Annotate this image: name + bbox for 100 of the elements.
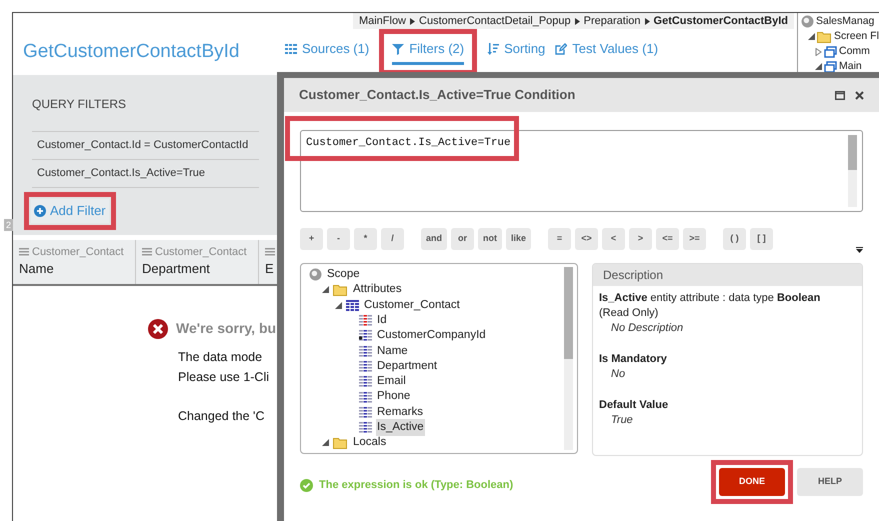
chevron-icon	[644, 18, 650, 24]
filter-row[interactable]: Customer_Contact.Is_Active=True	[32, 159, 259, 187]
breadcrumb-item[interactable]: MainFlow	[358, 12, 406, 30]
operator-button[interactable]: and	[421, 228, 448, 250]
tree-item[interactable]: CustomerCompanyId	[376, 327, 487, 344]
column-icon	[359, 376, 372, 388]
operator-button[interactable]: ( )	[723, 228, 746, 250]
tree-item[interactable]: Phone	[376, 388, 412, 406]
operator-button[interactable]: or	[451, 228, 474, 250]
column-icon	[359, 422, 372, 434]
scrollbar[interactable]	[564, 267, 573, 450]
key-column-icon	[359, 330, 372, 342]
more-icon[interactable]	[856, 247, 863, 253]
edit-icon	[555, 43, 568, 55]
operator-button[interactable]: /	[381, 228, 404, 250]
property-value: No	[610, 367, 626, 382]
property-label: Is Mandatory	[599, 352, 668, 367]
grid-icon	[142, 248, 152, 256]
globe-icon	[309, 268, 322, 282]
section-heading: QUERY FILTERS	[32, 96, 128, 113]
operator-button[interactable]: like	[506, 228, 532, 250]
tree-item[interactable]: Id	[376, 312, 388, 330]
operator-button[interactable]: >	[629, 228, 652, 250]
chevron-icon	[410, 18, 416, 24]
tree-item[interactable]: Customer_Contact	[363, 296, 461, 314]
operator-button[interactable]: *	[354, 228, 377, 250]
operator-button[interactable]: not	[478, 228, 502, 250]
close-icon[interactable]	[855, 90, 864, 100]
chevron-icon	[574, 18, 580, 24]
attribute-note: No Description	[610, 321, 684, 336]
column-icon	[359, 360, 372, 372]
help-button[interactable]: HELP	[797, 468, 863, 496]
breadcrumb-item[interactable]: Preparation	[584, 12, 641, 30]
plus-circle-icon	[34, 204, 46, 217]
column-icon	[359, 406, 372, 418]
folder-icon	[333, 436, 348, 449]
validation-message: The expression is ok (Type: Boolean)	[319, 478, 514, 493]
expanded-caret-icon[interactable]	[322, 439, 329, 446]
error-message: Changed the 'C	[178, 408, 264, 425]
maximize-icon[interactable]	[835, 90, 845, 100]
expanded-caret-icon[interactable]	[808, 33, 815, 40]
page-title: GetCustomerContactById	[23, 40, 240, 64]
expanded-caret-icon[interactable]	[335, 302, 342, 309]
check-circle-icon	[300, 478, 313, 492]
column-name: Name	[19, 260, 55, 278]
done-button[interactable]: DONE	[719, 468, 785, 496]
sort-icon	[487, 43, 500, 55]
column-header[interactable]: E	[259, 240, 278, 284]
expression-field[interactable]: Customer_Contact.Is_Active=True	[300, 130, 863, 212]
operator-button[interactable]: [ ]	[750, 228, 774, 250]
key-column-icon	[359, 315, 372, 326]
folder-icon	[333, 284, 348, 296]
tree-item[interactable]: Email	[376, 373, 407, 390]
tree-item[interactable]: Main	[839, 58, 862, 74]
operator-button[interactable]: =	[548, 228, 572, 250]
window-icon	[824, 46, 837, 58]
column-header[interactable]: Customer_Contact Department	[136, 240, 259, 284]
column-icon	[359, 346, 372, 357]
tree-item[interactable]: Name	[376, 342, 409, 360]
operator-button[interactable]: <>	[575, 228, 598, 250]
error-message: The data mode	[178, 349, 262, 366]
collapsed-caret-icon[interactable]	[815, 48, 822, 56]
description-heading: Description	[593, 264, 862, 286]
filter-row[interactable]: Customer_Contact.Id = CustomerContactId	[32, 131, 259, 159]
splitter-badge: 2	[4, 219, 14, 231]
operator-button[interactable]: <=	[656, 228, 680, 250]
column-source: Customer_Contact	[155, 244, 247, 260]
tree-item[interactable]: Locals	[352, 434, 388, 452]
tree-item[interactable]: Remarks	[376, 404, 424, 421]
tree-item[interactable]: Screen Fl	[834, 28, 879, 44]
column-icon	[359, 392, 372, 403]
tree-item[interactable]: Scope	[326, 266, 361, 284]
tree-item[interactable]: Department	[376, 358, 438, 376]
tree-item[interactable]: Is_Active	[376, 419, 425, 436]
operator-button[interactable]: +	[300, 228, 323, 250]
grid-icon	[19, 248, 29, 256]
scrollbar[interactable]	[848, 135, 857, 207]
tree-item[interactable]: Comm	[839, 44, 870, 60]
operator-button[interactable]: -	[327, 228, 350, 250]
property-value: True	[610, 413, 634, 428]
folder-icon	[817, 30, 832, 42]
operator-button[interactable]: <	[602, 228, 626, 250]
operator-button[interactable]: >=	[683, 228, 706, 250]
column-header[interactable]: Customer_Contact Name	[13, 240, 136, 284]
breadcrumb-item[interactable]: GetCustomerContactById	[654, 12, 788, 30]
filter-icon	[392, 43, 404, 55]
breadcrumb-item[interactable]: CustomerContactDetail_Popup	[419, 12, 571, 30]
tree-item[interactable]: SalesManag	[816, 14, 874, 30]
property-label: Default Value	[599, 398, 670, 413]
grid-icon	[265, 248, 275, 256]
column-name: Department	[142, 260, 211, 278]
expanded-caret-icon[interactable]	[815, 63, 822, 70]
error-icon	[148, 318, 168, 338]
window-icon	[824, 60, 837, 72]
attribute-summary: Is_Active entity attribute : data type Boolean (Read Only)	[599, 291, 822, 321]
table-icon	[346, 300, 359, 311]
error-message: Please use 1-Cli	[178, 369, 270, 386]
dialog-title: Customer_Contact.Is_Active=True Condition	[299, 86, 576, 104]
expanded-caret-icon[interactable]	[322, 286, 329, 294]
tree-item[interactable]: Attributes	[352, 281, 403, 299]
